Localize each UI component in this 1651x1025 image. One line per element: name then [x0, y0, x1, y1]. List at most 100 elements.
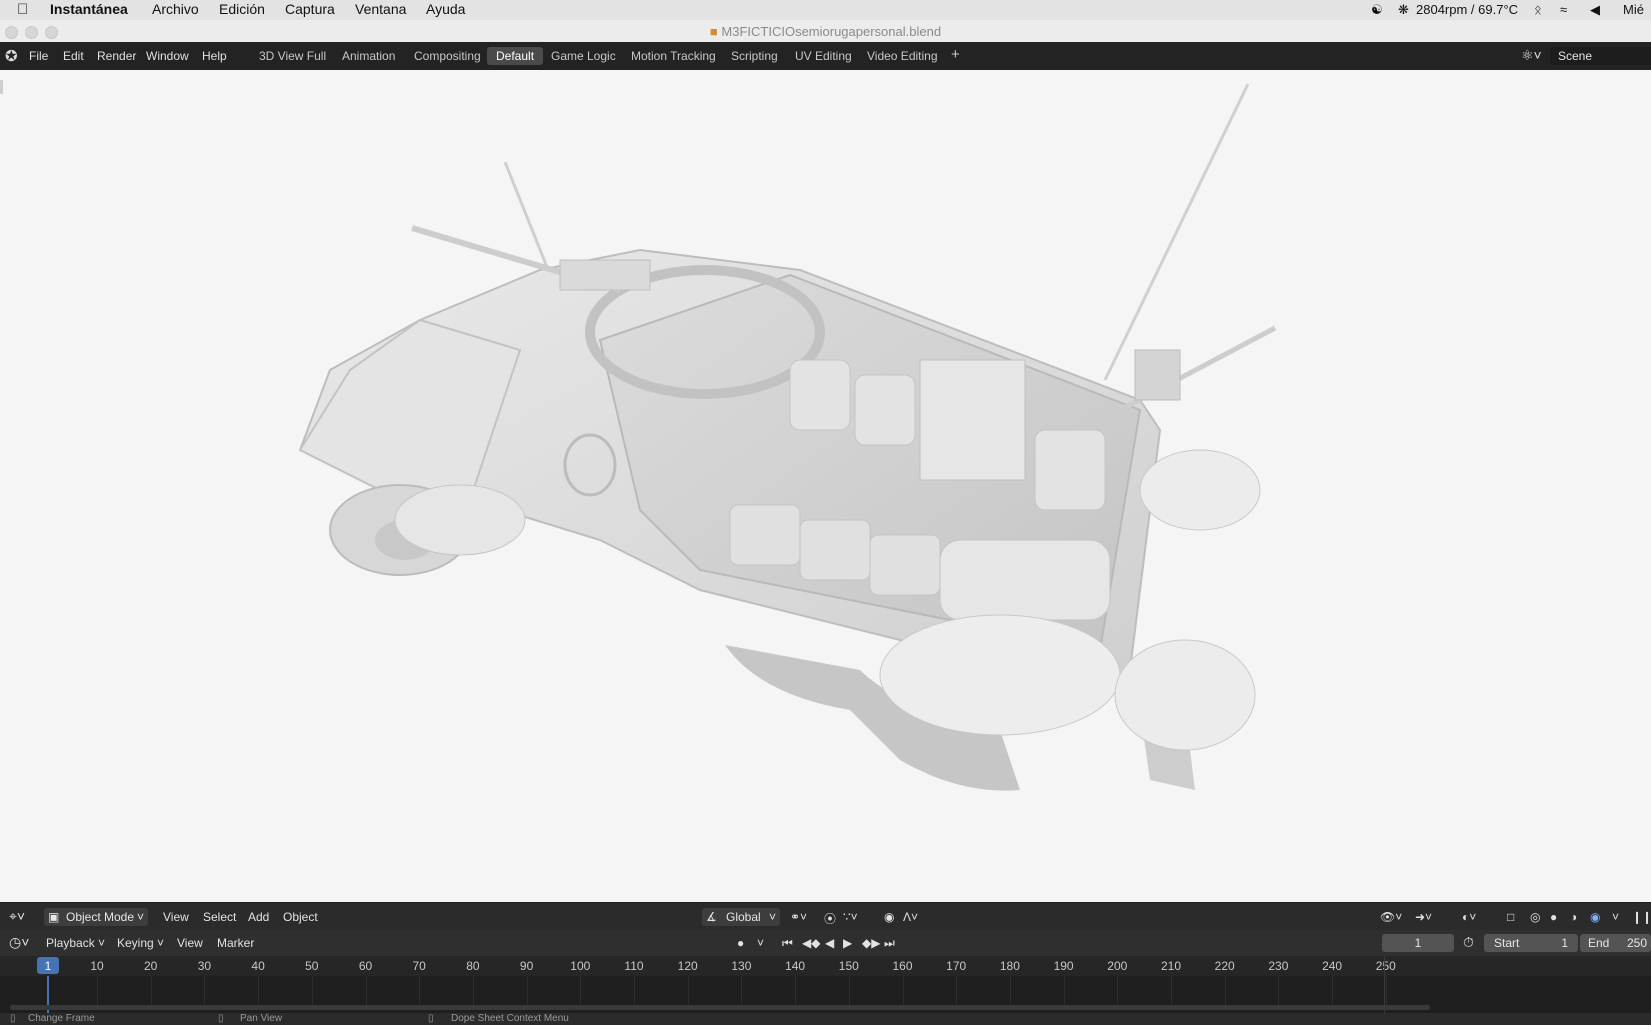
add-workspace-button[interactable]: + [942, 46, 969, 64]
jump-prev-keyframe-icon[interactable]: ◀◆ [802, 936, 820, 950]
grid-line [687, 976, 689, 1008]
wifi-icon[interactable]: ≈ [1560, 2, 1567, 17]
gizmo-icon[interactable]: ➜˅ [1415, 910, 1432, 924]
fan-icon[interactable]: ❋ [1398, 2, 1409, 18]
ruler-tick-80: 80 [466, 959, 480, 973]
transform-orientation-dropdown[interactable]: ∡ Global ˅ [702, 908, 780, 926]
tab-game-logic[interactable]: Game Logic [542, 47, 625, 65]
menu-file[interactable]: File [29, 49, 48, 63]
end-value: 250 [1626, 936, 1647, 950]
record-icon[interactable]: ● [737, 936, 744, 950]
grid-line [1171, 976, 1172, 1008]
play-icon[interactable]: ▶ [843, 936, 852, 950]
snap-target-icon[interactable]: ∵˅ [843, 910, 858, 924]
overlays-icon[interactable]: ◐˅ [1462, 910, 1476, 924]
menu-marker[interactable]: Marker [217, 936, 254, 950]
menu-view-timeline[interactable]: View [177, 936, 203, 950]
menu-archivo[interactable]: Archivo [152, 1, 199, 17]
grid-line [902, 976, 904, 1008]
jump-start-icon[interactable]: ⏮ [782, 936, 793, 951]
blender-logo-icon[interactable]: ✪ [5, 47, 18, 65]
play-reverse-icon[interactable]: ◀ [825, 936, 834, 950]
3d-viewport[interactable] [0, 70, 1651, 902]
timeline-editor-icon[interactable]: ◷˅ [9, 934, 29, 951]
wireframe-shading-icon[interactable]: ◎ [1530, 910, 1540, 924]
current-frame-field[interactable]: 1 [1382, 934, 1454, 952]
status-context-menu: Dope Sheet Context Menu [451, 1013, 569, 1024]
rendered-shading-icon[interactable]: ◉ [1590, 910, 1600, 924]
menu-ayuda[interactable]: Ayuda [426, 1, 465, 17]
scene-name-field[interactable]: Scene [1550, 47, 1651, 65]
snap-icon[interactable]: ⦿ [824, 910, 836, 927]
clock-day[interactable]: Mié [1623, 2, 1644, 17]
ruler-tick-20: 20 [144, 959, 158, 973]
ruler-tick-150: 150 [838, 959, 859, 973]
bluetooth-icon[interactable]: ᛟ [1534, 2, 1542, 17]
menu-playback[interactable]: Playback ˅ [46, 936, 105, 950]
grid-line [1332, 976, 1334, 1008]
grid-line [741, 976, 743, 1008]
creative-cloud-icon[interactable]: ☯ [1371, 2, 1383, 18]
tab-video-editing[interactable]: Video Editing [858, 47, 947, 65]
menu-object[interactable]: Object [283, 910, 318, 924]
menu-keying[interactable]: Keying ˅ [117, 936, 164, 950]
pivot-point-icon[interactable]: ⚭˅ [790, 910, 807, 924]
apple-icon[interactable]:  [17, 1, 28, 18]
app-menu[interactable]: Instantánea [50, 1, 128, 17]
ruler-tick-140: 140 [785, 959, 806, 973]
solid-shading-icon[interactable]: ● [1550, 910, 1557, 924]
grid-line [1009, 976, 1011, 1008]
grid-line [311, 976, 313, 1008]
ruler-tick-240: 240 [1322, 959, 1343, 973]
editor-type-icon[interactable]: ⌖˅ [9, 908, 25, 925]
xray-icon[interactable]: □ [1507, 910, 1514, 924]
visibility-icon[interactable]: 👁˅ [1380, 910, 1402, 924]
volume-icon[interactable]: ◀ [1590, 2, 1600, 18]
tab-compositing[interactable]: Compositing [405, 47, 490, 65]
jump-end-icon[interactable]: ⏭ [884, 936, 895, 951]
timeline-scrollbar[interactable] [10, 1005, 1430, 1010]
tab-animation[interactable]: Animation [333, 47, 404, 65]
tab-default[interactable]: Default [487, 47, 544, 65]
end-label: End [1588, 936, 1610, 950]
menu-help[interactable]: Help [202, 49, 227, 63]
tab-uv-editing[interactable]: UV Editing [786, 47, 861, 65]
proportional-editing-icon[interactable]: ◉ [884, 910, 894, 924]
menu-edicion[interactable]: Edición [219, 1, 265, 17]
viewport-corner-handle[interactable] [0, 80, 3, 94]
menu-edit[interactable]: Edit [63, 49, 84, 63]
menu-render[interactable]: Render [97, 49, 136, 63]
jump-next-keyframe-icon[interactable]: ◆▶ [862, 936, 880, 950]
start-frame-field[interactable]: Start 1 [1484, 934, 1578, 952]
menu-window[interactable]: Window [146, 49, 189, 63]
mode-dropdown[interactable]: ▣ Object Mode ˅ [44, 908, 148, 926]
playback-label: Playback [46, 936, 95, 950]
menu-ventana[interactable]: Ventana [355, 1, 406, 17]
grid-line [1224, 976, 1226, 1008]
menu-select[interactable]: Select [203, 910, 236, 924]
menu-captura[interactable]: Captura [285, 1, 335, 17]
timeline-header: ◷˅ Playback ˅ Keying ˅ View Marker ● ˅ ⏮… [0, 930, 1651, 956]
grid-line [204, 976, 206, 1008]
shading-options-icon[interactable]: ˅ [1612, 910, 1619, 924]
tab-scripting[interactable]: Scripting [722, 47, 787, 65]
falloff-icon[interactable]: Λ˅ [903, 910, 918, 924]
sidebar-toggle-icon[interactable]: ❙❙ [1632, 910, 1651, 924]
fan-status[interactable]: 2804rpm / 69.7°C [1416, 2, 1518, 17]
grid-line [365, 976, 367, 1008]
scene-name: Scene [1558, 49, 1593, 63]
material-shading-icon[interactable]: ◑ [1570, 910, 1577, 924]
frame-ruler[interactable]: 1 10 20 30 40 50 60 70 80 90 100 110 120 130 140 150 16… [0, 956, 1651, 976]
scene-selector-icon[interactable]: ⚛˅ [1521, 47, 1542, 64]
ruler-tick-40: 40 [251, 959, 265, 973]
menu-view[interactable]: View [163, 910, 189, 924]
grid-line [472, 976, 474, 1008]
keying-set-icon[interactable]: ˅ [757, 936, 764, 950]
tab-motion-tracking[interactable]: Motion Tracking [622, 47, 725, 65]
tab-3d-view-full[interactable]: 3D View Full [250, 47, 335, 65]
stopwatch-icon[interactable]: ⏱ [1463, 934, 1474, 951]
menu-add[interactable]: Add [248, 910, 269, 924]
end-frame-field[interactable]: End 250 [1580, 934, 1651, 952]
grid-line [1063, 976, 1065, 1008]
playhead-frame: 1 [44, 959, 52, 973]
